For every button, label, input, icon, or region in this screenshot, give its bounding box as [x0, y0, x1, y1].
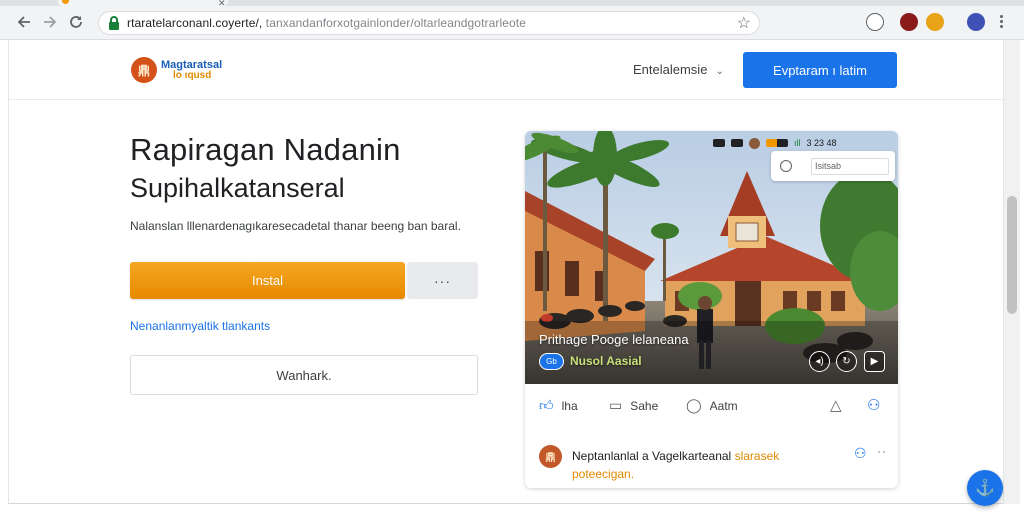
action-bar: 👍︎ lha ▭ Sahe ◯ Aatm △ ⚇ [525, 384, 898, 424]
hero-title: Rapiragan Nadanin [130, 132, 401, 167]
scrollbar[interactable] [1004, 40, 1020, 504]
status-icon [713, 139, 725, 147]
chevron-down-icon: ⌄ [715, 66, 724, 77]
fab-icon[interactable]: ⚓ [967, 470, 1003, 506]
comment-row: 鼎 Neptanlanlal a Vagelkarteanal slarasek… [525, 429, 898, 487]
language-dropdown[interactable]: Entelalemsie ⌄ [633, 62, 724, 77]
status-bar: ıll 3 23 48 [713, 136, 893, 150]
flag-icon[interactable]: △ [830, 396, 842, 414]
extension-red-icon[interactable] [900, 13, 918, 31]
comment-button[interactable]: ◯ Aatm [686, 397, 738, 414]
secondary-button[interactable]: Wanhark. [130, 355, 478, 395]
extension-yellow-icon[interactable] [926, 13, 944, 31]
comment-text: Neptanlanlal a Vagelkarteanal slarasek p… [572, 449, 780, 481]
extension-timer-icon[interactable] [866, 13, 884, 31]
address-bar[interactable]: rtaratelarconanl.coyerte/, tanxandanforx… [98, 11, 760, 35]
hero-subtitle: Supihalkatanseral [130, 173, 345, 203]
comment-icon: ◯ [686, 397, 702, 413]
site-header: 鼎 Magtaratsal lo ıqusd Entelalemsie ⌄ Evp… [9, 40, 1003, 100]
photo-caption: Prithage Pooge lelaneana [539, 332, 689, 347]
tab-close-icon[interactable]: ✕ [218, 0, 226, 9]
speaker-icon[interactable]: ◂) [809, 351, 830, 372]
photo-subtitle: Nusol Aasial [570, 354, 642, 368]
status-avatar [749, 137, 760, 149]
forward-icon[interactable] [40, 12, 60, 32]
menu-icon[interactable] [996, 11, 1006, 31]
share-label: Sahe [630, 398, 659, 413]
back-icon[interactable] [14, 12, 34, 32]
more-options-button[interactable]: ··· [407, 262, 478, 299]
status-time: 3 23 48 [806, 138, 837, 148]
url-text[interactable]: rtaratelarconanl.coyerte/, tanxandanforx… [127, 16, 526, 30]
user-icon[interactable]: ⚇ [867, 396, 880, 414]
hero-description: Nalanslan lllenardenagıkaresecadetal tha… [130, 219, 461, 233]
photo-preview[interactable]: ıll 3 23 48 Isitsab Prithage Pooge lelan… [525, 131, 898, 384]
more-icon[interactable]: ·· [877, 444, 887, 458]
battery-icon [766, 139, 788, 147]
page-viewport: 鼎 Magtaratsal lo ıqusd Entelalemsie ⌄ Evp… [8, 40, 1004, 506]
avatar[interactable]: 鼎 [539, 445, 562, 468]
logo-subtext: lo ıqusd [173, 70, 212, 81]
active-tab[interactable] [58, 0, 228, 6]
scrollbar-thumb[interactable] [1007, 196, 1017, 314]
learn-more-link[interactable]: Nenanlanmyaltik tlankants [130, 319, 270, 333]
like-label: lha [561, 398, 578, 413]
search-icon [780, 160, 792, 172]
preview-card: ıll 3 23 48 Isitsab Prithage Pooge lelan… [525, 131, 898, 488]
reload-icon[interactable] [66, 12, 86, 32]
lock-icon [109, 16, 119, 30]
install-button[interactable]: Instal [130, 262, 405, 299]
star-icon[interactable]: ☆ [737, 13, 751, 33]
profile-icon[interactable] [967, 13, 985, 31]
share-button[interactable]: ▭ Sahe [609, 397, 658, 414]
share-icon: ▭ [609, 397, 623, 413]
mini-search-box[interactable]: Isitsab [771, 151, 895, 181]
browser-chrome: ✕ rtaratelarconanl.coyerte/, tanxandanfo… [0, 0, 1024, 40]
signal-icon: ıll [794, 138, 801, 148]
play-icon[interactable]: ▶ [864, 351, 885, 372]
photo-badge[interactable]: Gb [539, 353, 564, 370]
header-cta-button[interactable]: Evptaram ı latim [743, 52, 897, 88]
like-button[interactable]: 👍︎ lha [539, 397, 578, 414]
add-user-icon[interactable]: ⚇ [854, 445, 867, 462]
comment-label: Aatm [709, 398, 738, 413]
replay-icon[interactable]: ↻ [836, 351, 857, 372]
logo-icon[interactable]: 鼎 [131, 57, 157, 83]
mini-search-input[interactable]: Isitsab [811, 158, 889, 175]
like-icon: 👍︎ [539, 397, 554, 413]
status-icon [731, 139, 743, 147]
